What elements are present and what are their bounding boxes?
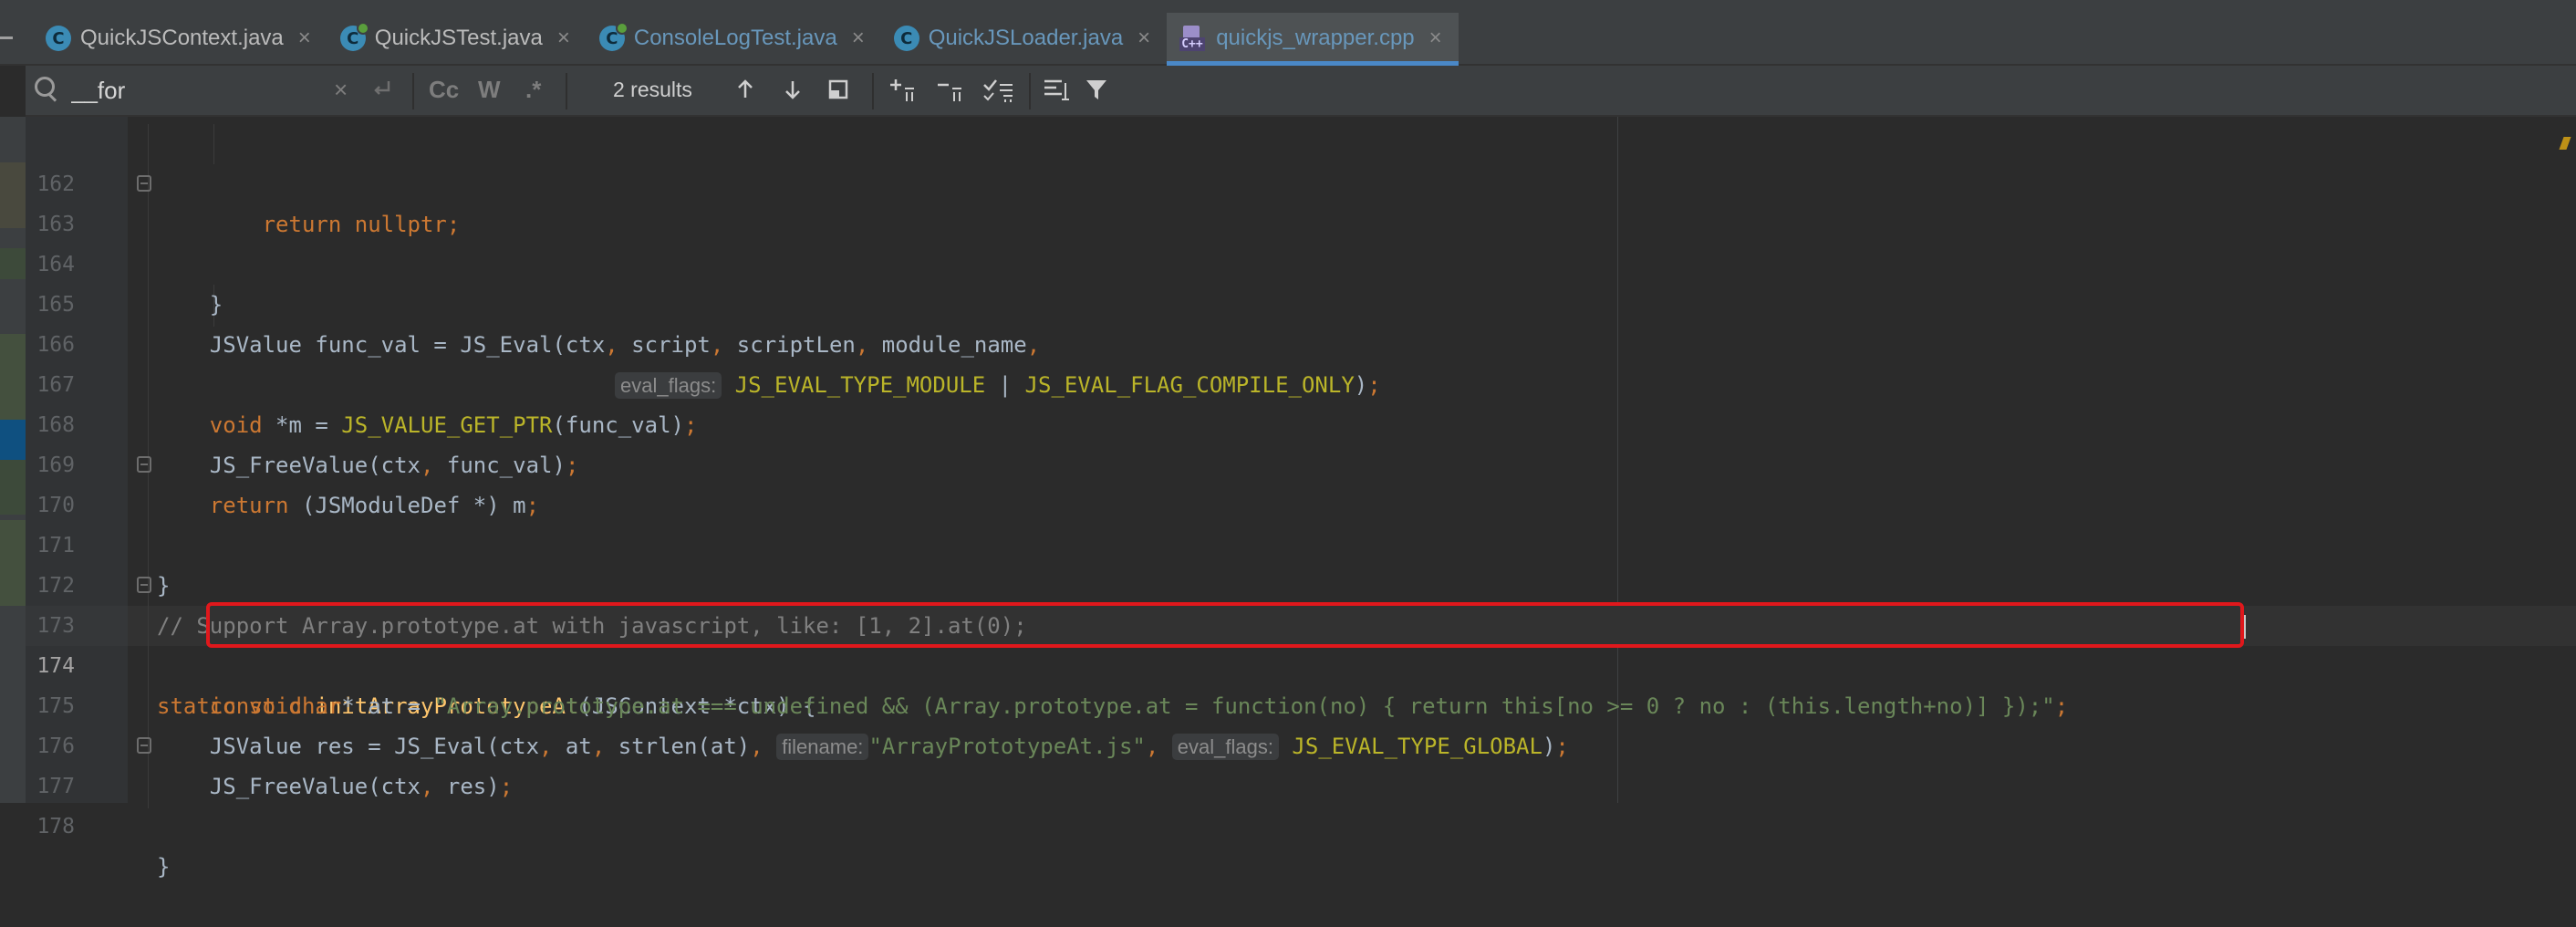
next-occurrence-icon[interactable] [781, 71, 805, 108]
code-line: 166 eval_flags: JS_EVAL_TYPE_MODULE | JS… [0, 285, 2576, 399]
separator [872, 73, 874, 109]
code-line: 172 // Support Array.prototype.at with j… [0, 526, 2576, 639]
fold-start-icon[interactable] [137, 577, 151, 593]
fold-end-icon[interactable] [137, 737, 151, 754]
cpp-file-icon: C++ [1179, 26, 1207, 51]
code-line: 171 [0, 485, 2576, 557]
tab-label: QuickJSContext.java [80, 26, 284, 50]
tab-label: QuickJSLoader.java [928, 26, 1124, 50]
search-results-count: 2 results [613, 78, 692, 101]
separator [412, 73, 414, 109]
match-case-button[interactable]: Cc [429, 71, 459, 108]
search-history-icon[interactable] [33, 75, 58, 100]
java-test-class-icon: C [339, 22, 369, 51]
filter-icon[interactable] [1084, 71, 1109, 108]
code-line: 177 } [0, 726, 2576, 880]
code-line: 169 return (JSModuleDef *) m; [0, 405, 2576, 518]
search-input[interactable] [71, 73, 345, 108]
tab-console-log-test[interactable]: C ConsoleLogTest.java × [587, 13, 881, 64]
remove-selection-icon[interactable] [934, 71, 965, 108]
clear-search-icon[interactable]: × [334, 71, 348, 108]
java-class-icon: C [893, 26, 919, 51]
window-top-strip [0, 0, 2576, 13]
previous-occurrence-icon[interactable] [733, 71, 757, 108]
close-icon[interactable]: × [557, 26, 570, 51]
tab-label: QuickJSTest.java [374, 26, 543, 50]
select-all-occurrences-icon[interactable] [982, 71, 1016, 108]
cpp-icon-label: C++ [1179, 37, 1205, 51]
tab-quickjs-context[interactable]: C QuickJSContext.java × [33, 13, 327, 64]
code-line: 175 JSValue res = JS_Eval(ctx, at, strle… [0, 646, 2576, 760]
tab-label: ConsoleLogTest.java [633, 26, 837, 50]
close-icon[interactable]: × [298, 26, 311, 51]
code-text: } [157, 854, 171, 880]
fold-end-icon[interactable] [137, 456, 151, 473]
find-bar: × Cc W .* 2 results [26, 66, 2576, 117]
new-line-icon[interactable] [370, 71, 394, 108]
tab-quickjs-loader[interactable]: C QuickJSLoader.java × [881, 13, 1167, 64]
tab-label: quickjs_wrapper.cpp [1216, 26, 1415, 50]
code-line-current: 174 const char* at = "Array.prototype.at… [0, 606, 2576, 719]
add-selection-icon[interactable] [887, 71, 918, 108]
code-line: 167 void *m = JS_VALUE_GET_PTR(func_val)… [0, 325, 2576, 438]
tab-bar-overflow-handle[interactable] [0, 36, 13, 39]
java-class-icon: C [46, 26, 71, 51]
code-line: 168 JS_FreeValue(ctx, func_val); [0, 365, 2576, 478]
code-line: 165 JSValue func_val = JS_Eval(ctx, scri… [0, 245, 2576, 358]
java-test-class-icon: C [598, 22, 628, 51]
filter-search-results-icon[interactable] [1042, 71, 1073, 108]
code-line: 176 JS_FreeValue(ctx, res); [0, 686, 2576, 799]
separator [566, 73, 567, 109]
code-line: 173 static void initArrayPrototypeAt(JSC… [0, 566, 2576, 719]
editor-tab-bar: C QuickJSContext.java × C QuickJSTest.ja… [0, 13, 2576, 66]
whole-words-button[interactable]: W [478, 71, 501, 108]
code-line: 163 } [0, 164, 2576, 318]
close-icon[interactable]: × [1137, 26, 1150, 51]
text-caret [2244, 615, 2246, 639]
close-icon[interactable]: × [1429, 26, 1442, 51]
close-icon[interactable]: × [852, 26, 865, 51]
fold-end-icon[interactable] [137, 175, 151, 192]
open-in-window-icon[interactable] [826, 71, 850, 108]
tab-quickjs-wrapper-cpp[interactable]: C++ quickjs_wrapper.cpp × [1167, 13, 1459, 66]
line-number: 178 [36, 815, 75, 838]
code-line: 162 return nullptr; [0, 124, 2576, 237]
separator [1029, 73, 1031, 109]
code-line: 170 } [0, 445, 2576, 599]
tab-quickjs-test[interactable]: C QuickJSTest.java × [327, 13, 587, 64]
code-line: 164 [0, 204, 2576, 276]
regex-button[interactable]: .* [525, 71, 541, 108]
code-line: 178 [0, 766, 2576, 838]
